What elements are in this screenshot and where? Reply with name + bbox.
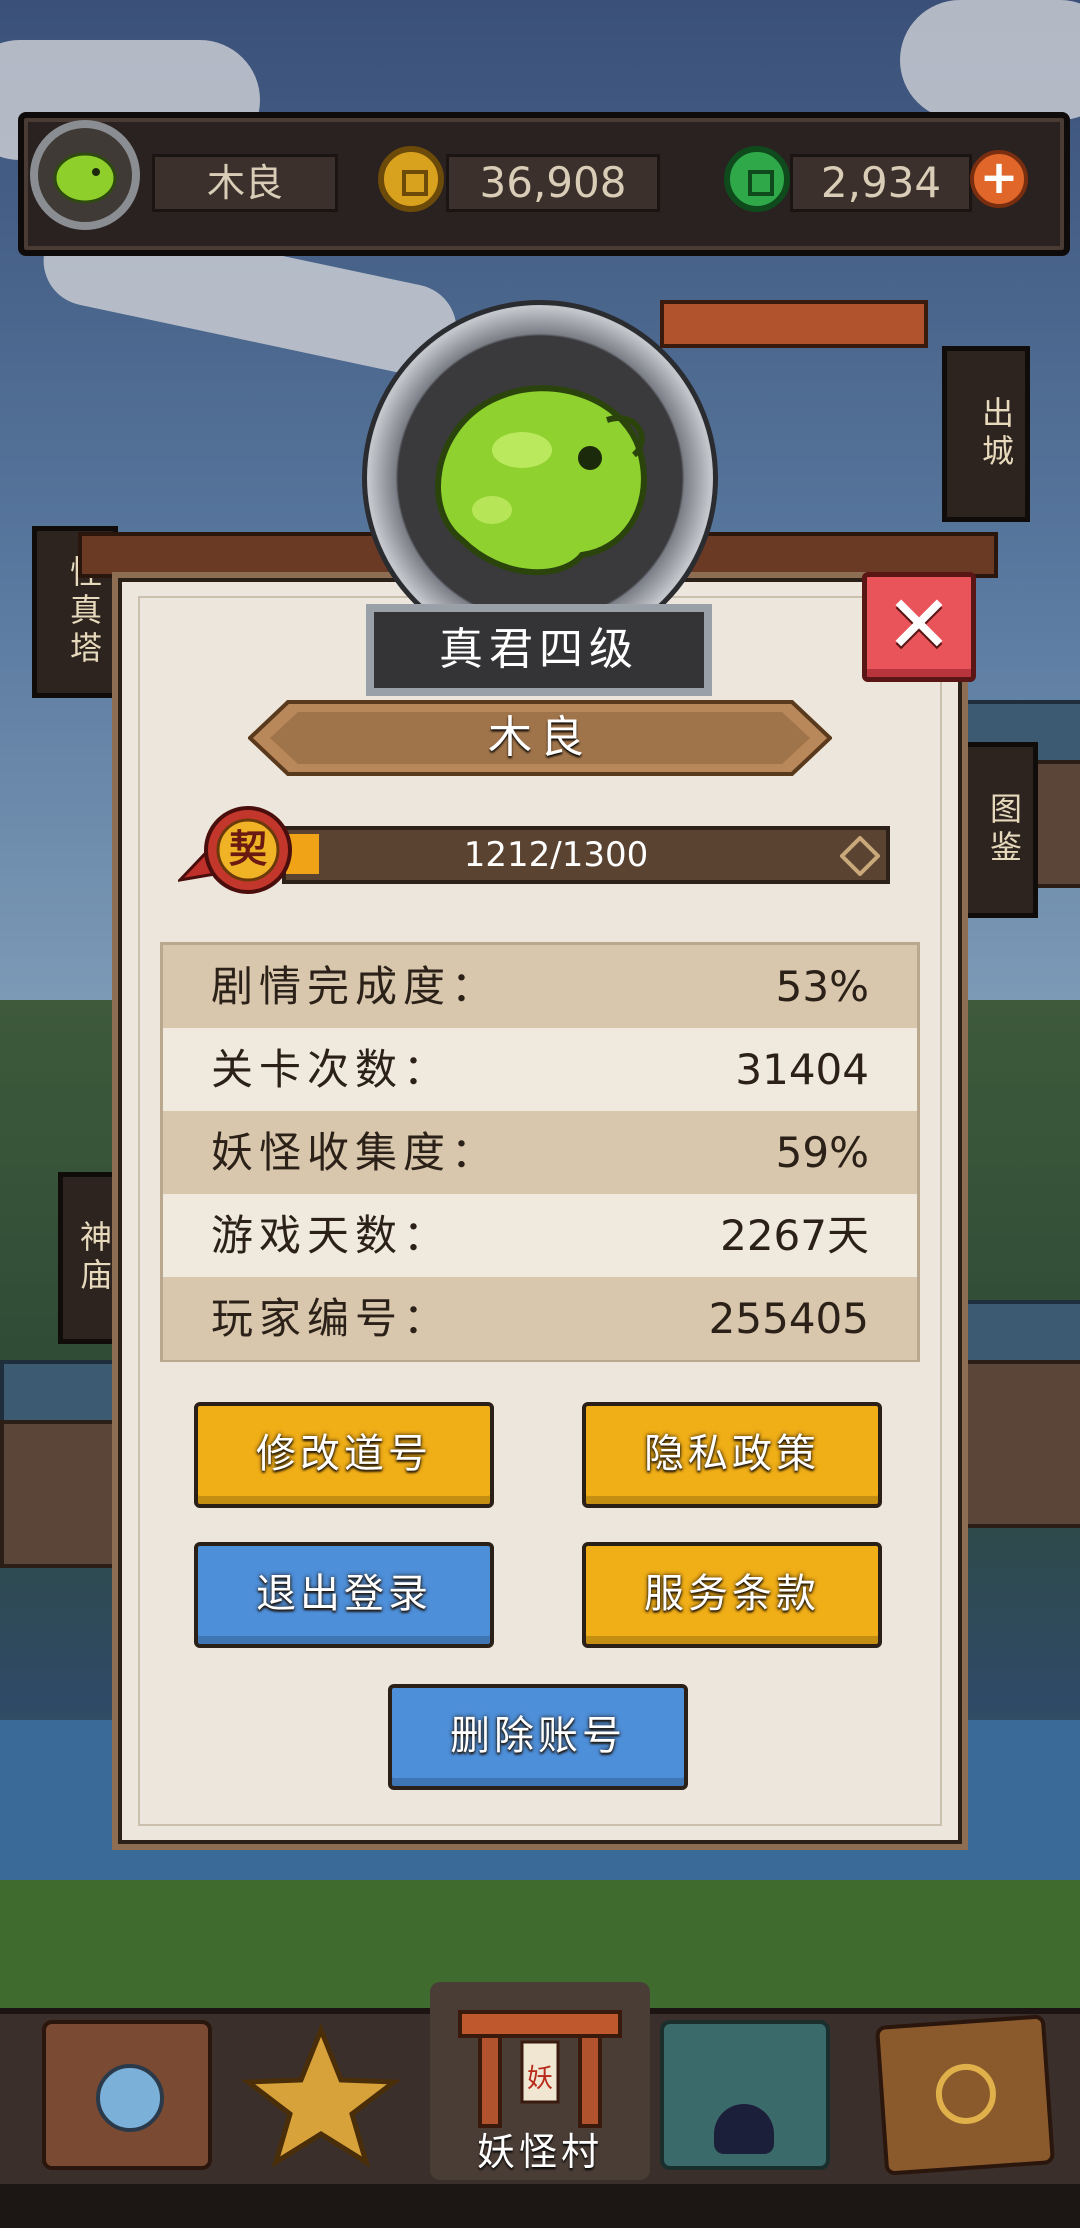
stats-table: 剧情完成度： 53% 关卡次数： 31404 妖怪收集度： 59% 游戏天数： 2267… — [160, 942, 920, 1362]
stat-label: 游戏天数： — [211, 1211, 452, 1260]
diamond-end-icon — [840, 836, 880, 876]
coin-count: 36,908 — [446, 154, 660, 212]
gold-coin-icon — [378, 146, 444, 212]
stat-value: 2267天 — [720, 1211, 869, 1260]
delete-account-button[interactable]: 删除账号 — [388, 1684, 688, 1790]
stat-row: 妖怪收集度： 59% — [163, 1111, 917, 1194]
stat-label: 玩家编号： — [211, 1294, 452, 1343]
background-house — [960, 1360, 1080, 1528]
emblem-icon — [933, 2061, 998, 2126]
player-avatar[interactable] — [30, 120, 140, 230]
stat-label: 关卡次数： — [211, 1045, 452, 1094]
stat-row: 关卡次数： 31404 — [163, 1028, 917, 1111]
progress-text: 1212/1300 — [463, 835, 649, 875]
village-gate-icon — [458, 2010, 622, 2128]
slime-avatar-icon — [53, 152, 117, 204]
privacy-policy-button[interactable]: 隐私政策 — [582, 1402, 882, 1508]
stat-value: 31404 — [735, 1045, 869, 1094]
nav-trophy-icon[interactable] — [236, 2020, 406, 2170]
nav-shop-icon[interactable] — [660, 2020, 830, 2170]
contract-seal-icon: 契 — [178, 800, 308, 898]
bottom-strip — [0, 2184, 1080, 2228]
green-slime-icon — [435, 385, 647, 576]
nav-treasure-chest-icon[interactable] — [42, 2020, 212, 2170]
stat-value: 59% — [775, 1128, 869, 1177]
background-cloud — [900, 0, 1080, 120]
stat-row: 游戏天数： 2267天 — [163, 1194, 917, 1277]
add-currency-button[interactable]: + — [970, 150, 1028, 208]
close-button[interactable]: ✕ — [862, 572, 976, 682]
player-name: 木良 — [488, 712, 592, 763]
background-house — [0, 1420, 128, 1568]
background-torii-gate — [660, 300, 928, 348]
jade-count: 2,934 — [790, 154, 972, 212]
black-cat-icon — [714, 2104, 774, 2154]
stat-label: 妖怪收集度： — [211, 1128, 500, 1177]
rename-button[interactable]: 修改道号 — [194, 1402, 494, 1508]
stat-row: 剧情完成度： 53% — [163, 945, 917, 1028]
terms-of-service-button[interactable]: 服务条款 — [582, 1542, 882, 1648]
stat-value: 53% — [775, 962, 869, 1011]
player-name-display: 木良 — [152, 154, 338, 212]
jade-coin-icon — [724, 146, 790, 212]
clock-icon — [96, 2064, 164, 2132]
background-house — [960, 1300, 1080, 1368]
contract-label: 契 — [228, 827, 267, 871]
star-trophy-icon — [240, 2023, 402, 2168]
sign-exit-city[interactable]: 出城 — [942, 346, 1030, 522]
stat-label: 剧情完成度： — [211, 962, 500, 1011]
close-icon: ✕ — [885, 578, 953, 671]
sign-encyclopedia[interactable]: 图鉴 — [958, 742, 1038, 918]
nav-village-label: 妖怪村 — [476, 2130, 603, 2174]
stat-row: 玩家编号： 255405 — [163, 1277, 917, 1360]
logout-button[interactable]: 退出登录 — [194, 1542, 494, 1648]
village-sign-text: 妖 — [526, 2064, 553, 2094]
nav-book-icon[interactable] — [874, 2014, 1056, 2176]
stat-value: 255405 — [708, 1294, 869, 1343]
rank-title: 真君四级 — [366, 604, 712, 696]
